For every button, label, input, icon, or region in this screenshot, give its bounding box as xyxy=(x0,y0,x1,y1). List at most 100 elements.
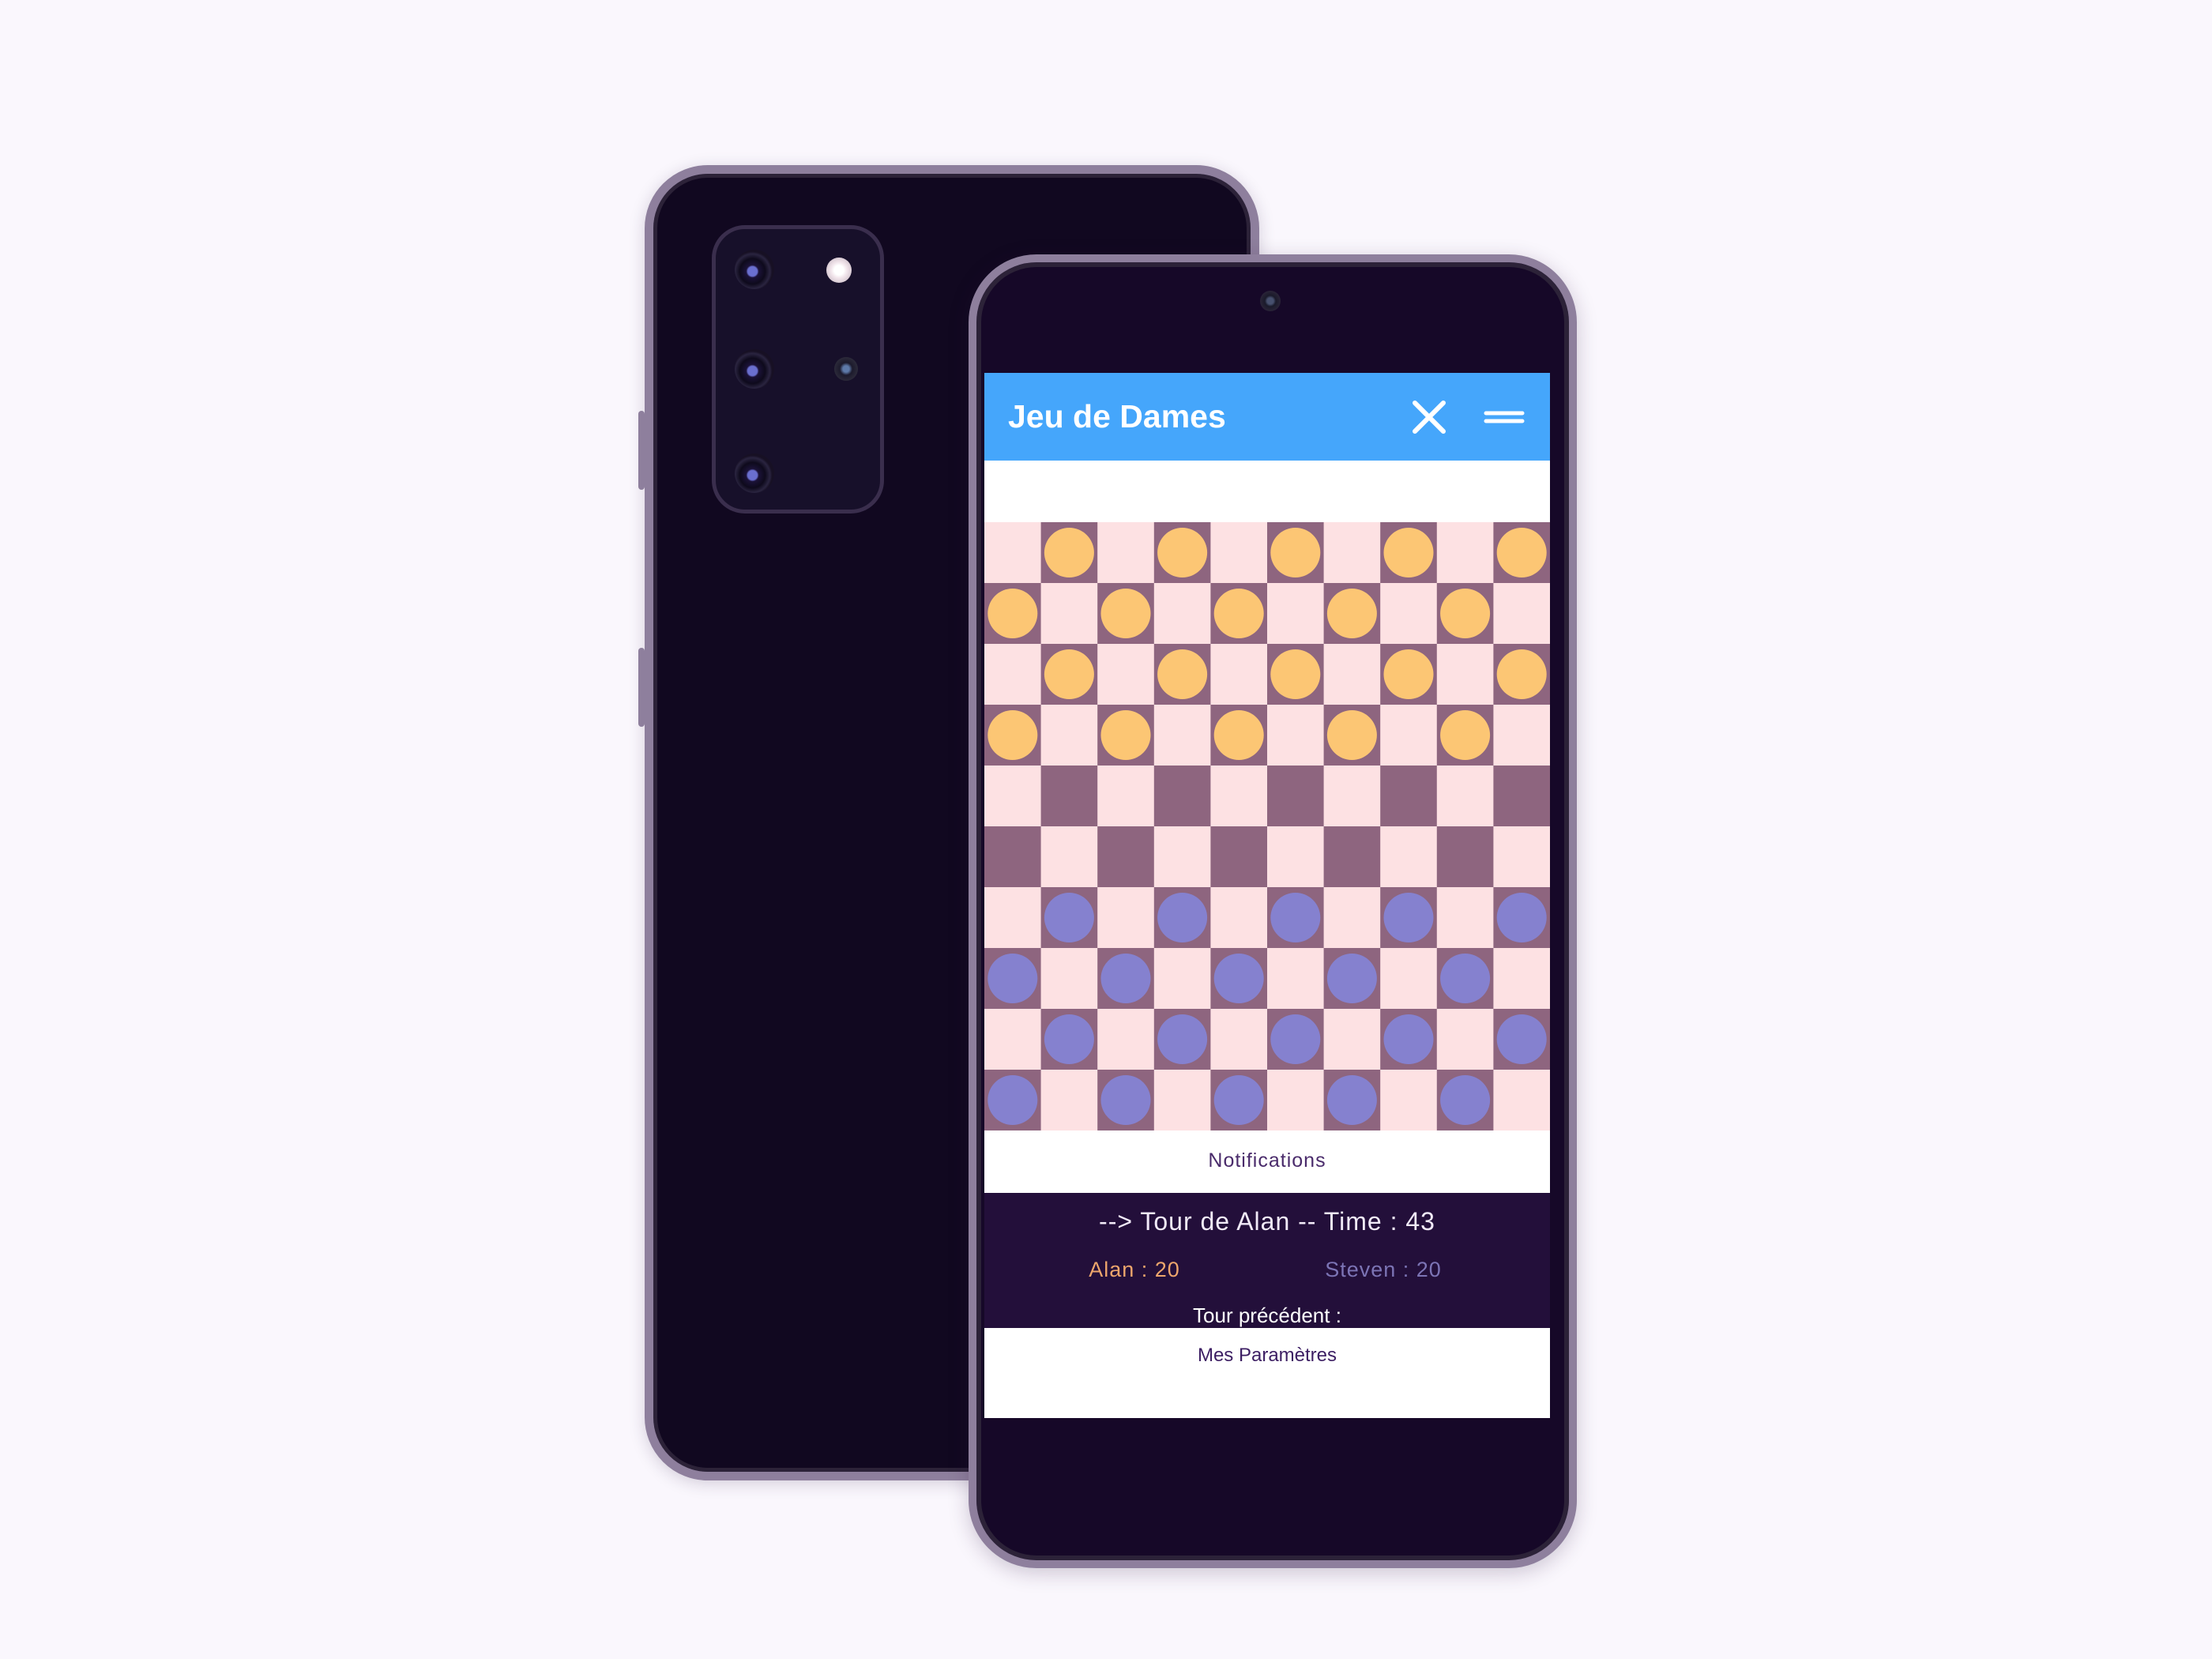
board-square-light[interactable] xyxy=(984,766,1042,827)
board-square-light[interactable] xyxy=(1153,583,1211,645)
player1-piece[interactable] xyxy=(1440,709,1491,761)
board-square-dark[interactable] xyxy=(1097,826,1155,888)
player1-piece[interactable] xyxy=(1100,709,1151,761)
board-square-light[interactable] xyxy=(1493,1070,1550,1130)
player1-piece[interactable] xyxy=(1157,527,1208,578)
player2-piece[interactable] xyxy=(1383,1014,1434,1065)
board-square-light[interactable] xyxy=(1380,826,1438,888)
board-square-light[interactable] xyxy=(1323,1009,1381,1070)
board-square-light[interactable] xyxy=(1493,705,1550,766)
player2-piece[interactable] xyxy=(1213,1074,1264,1126)
board-square-light[interactable] xyxy=(1097,644,1155,705)
board-square-light[interactable] xyxy=(1380,583,1438,645)
settings-link[interactable]: Mes Paramètres xyxy=(984,1345,1550,1367)
player2-piece[interactable] xyxy=(1440,953,1491,1004)
menu-button[interactable] xyxy=(1482,395,1526,439)
player1-piece[interactable] xyxy=(1383,527,1434,578)
board-square-light[interactable] xyxy=(1323,766,1381,827)
board-square-light[interactable] xyxy=(1153,948,1211,1010)
board-square-light[interactable] xyxy=(984,1009,1042,1070)
player2-piece[interactable] xyxy=(1383,892,1434,943)
board-square-light[interactable] xyxy=(1097,887,1155,949)
player1-piece[interactable] xyxy=(1496,649,1547,700)
player2-piece[interactable] xyxy=(1100,1074,1151,1126)
board-square-light[interactable] xyxy=(1153,1070,1211,1130)
board-square-dark[interactable] xyxy=(1153,766,1211,827)
board-square-light[interactable] xyxy=(1323,644,1381,705)
player1-piece[interactable] xyxy=(1100,588,1151,639)
player1-piece[interactable] xyxy=(1213,709,1264,761)
board-square-light[interactable] xyxy=(1493,948,1550,1010)
player2-piece[interactable] xyxy=(1270,892,1321,943)
board-square-light[interactable] xyxy=(1210,766,1268,827)
player2-piece[interactable] xyxy=(988,1074,1038,1126)
board-square-dark[interactable] xyxy=(1493,766,1550,827)
player2-piece[interactable] xyxy=(1044,892,1094,943)
board-square-dark[interactable] xyxy=(984,826,1042,888)
player2-piece[interactable] xyxy=(1270,1014,1321,1065)
board-square-light[interactable] xyxy=(1040,1070,1098,1130)
board-square-dark[interactable] xyxy=(1210,826,1268,888)
player2-piece[interactable] xyxy=(1440,1074,1491,1126)
board-square-light[interactable] xyxy=(1380,1070,1438,1130)
board-square-light[interactable] xyxy=(1153,826,1211,888)
player1-piece[interactable] xyxy=(1496,527,1547,578)
player1-piece[interactable] xyxy=(1270,527,1321,578)
player2-piece[interactable] xyxy=(1496,1014,1547,1065)
board-square-light[interactable] xyxy=(1210,644,1268,705)
player1-piece[interactable] xyxy=(1326,588,1377,639)
player1-piece[interactable] xyxy=(1440,588,1491,639)
board-square-light[interactable] xyxy=(984,887,1042,949)
board-square-light[interactable] xyxy=(1380,948,1438,1010)
player2-piece[interactable] xyxy=(1100,953,1151,1004)
player2-piece[interactable] xyxy=(1496,892,1547,943)
board-square-light[interactable] xyxy=(1493,583,1550,645)
board-square-dark[interactable] xyxy=(1323,826,1381,888)
board-square-light[interactable] xyxy=(1210,887,1268,949)
board-square-light[interactable] xyxy=(1267,826,1325,888)
player1-piece[interactable] xyxy=(1044,527,1094,578)
board-square-light[interactable] xyxy=(1040,948,1098,1010)
board-square-light[interactable] xyxy=(1267,1070,1325,1130)
player1-piece[interactable] xyxy=(1326,709,1377,761)
board-square-light[interactable] xyxy=(1040,583,1098,645)
board-square-light[interactable] xyxy=(1097,522,1155,584)
board-square-light[interactable] xyxy=(1097,1009,1155,1070)
board-square-light[interactable] xyxy=(1323,887,1381,949)
player1-piece[interactable] xyxy=(988,709,1038,761)
board-square-dark[interactable] xyxy=(1436,826,1494,888)
player1-piece[interactable] xyxy=(1044,649,1094,700)
player2-piece[interactable] xyxy=(1157,1014,1208,1065)
board-square-light[interactable] xyxy=(1040,705,1098,766)
close-button[interactable] xyxy=(1407,395,1451,439)
board-square-light[interactable] xyxy=(1493,826,1550,888)
board-square-light[interactable] xyxy=(1097,766,1155,827)
board-square-light[interactable] xyxy=(1267,583,1325,645)
player2-piece[interactable] xyxy=(1213,953,1264,1004)
player2-piece[interactable] xyxy=(1157,892,1208,943)
player2-piece[interactable] xyxy=(1326,1074,1377,1126)
board-square-dark[interactable] xyxy=(1380,766,1438,827)
board-square-light[interactable] xyxy=(1267,948,1325,1010)
player1-piece[interactable] xyxy=(988,588,1038,639)
board-square-light[interactable] xyxy=(984,644,1042,705)
board-square-dark[interactable] xyxy=(1040,766,1098,827)
board-square-light[interactable] xyxy=(1040,826,1098,888)
board-square-light[interactable] xyxy=(1267,705,1325,766)
player2-piece[interactable] xyxy=(988,953,1038,1004)
board-square-light[interactable] xyxy=(1210,522,1268,584)
board-square-dark[interactable] xyxy=(1267,766,1325,827)
player2-piece[interactable] xyxy=(1326,953,1377,1004)
board-square-light[interactable] xyxy=(1210,1009,1268,1070)
board-square-light[interactable] xyxy=(1436,644,1494,705)
board-square-light[interactable] xyxy=(1436,1009,1494,1070)
board-square-light[interactable] xyxy=(1153,705,1211,766)
board-square-light[interactable] xyxy=(1436,887,1494,949)
player1-piece[interactable] xyxy=(1270,649,1321,700)
player1-piece[interactable] xyxy=(1157,649,1208,700)
board-square-light[interactable] xyxy=(1436,766,1494,827)
player1-piece[interactable] xyxy=(1213,588,1264,639)
board-square-light[interactable] xyxy=(1436,522,1494,584)
player2-piece[interactable] xyxy=(1044,1014,1094,1065)
board-square-light[interactable] xyxy=(1323,522,1381,584)
